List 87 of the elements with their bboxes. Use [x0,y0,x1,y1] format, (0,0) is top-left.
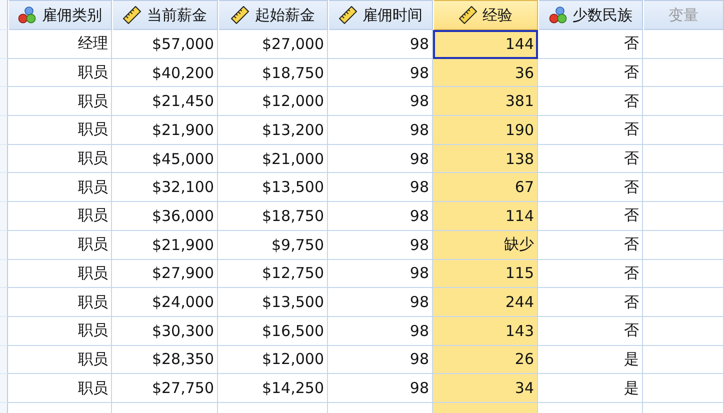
table-cell: $21,450 [112,87,218,116]
row-header[interactable] [0,116,8,145]
table-cell: $13,200 [218,116,328,145]
table-cell: $21,900 [112,230,218,260]
table-cell: $9,750 [218,230,328,260]
row-header[interactable] [0,260,8,288]
table-cell: $21,000 [218,144,328,174]
table-cell: 否 [538,316,643,346]
table-cell: 职员 [8,346,112,374]
table-cell: 否 [538,30,643,59]
table-cell: 67 [433,173,538,202]
table-cell: $12,000 [218,346,328,374]
table-cell: 职员 [8,374,112,403]
table-cell: $12,750 [218,260,328,288]
table-cell: 缺少 [433,230,538,260]
row-header[interactable] [0,173,8,202]
table-cell: 138 [433,144,538,174]
table-cell: $27,750 [112,374,218,403]
column-header[interactable]: 起始薪金 [219,0,328,30]
table-cell: 职员 [8,202,112,231]
row-header[interactable] [0,346,8,374]
table-cell: 143 [433,316,538,346]
table-cell: 否 [538,173,643,202]
table-cell: $18,750 [218,58,328,88]
table-cell: $30,300 [112,316,218,346]
table-cell: 经理 [8,30,112,59]
table-cell: 否 [538,288,643,317]
row-header[interactable] [0,230,8,260]
table-cell: 190 [433,116,538,145]
table-cell: $27,000 [218,30,328,59]
table-cell: 否 [538,58,643,88]
table-cell: 职员 [8,144,112,174]
table-cell: $57,000 [112,30,218,59]
table-cell: 144 [433,30,538,59]
table-cell: 否 [538,260,643,288]
table-cell: 职员 [8,316,112,346]
row-header[interactable] [0,288,8,317]
row-header[interactable] [0,0,8,30]
table-cell: 职员 [8,87,112,116]
row-header[interactable] [0,202,8,231]
table-cell: 381 [433,87,538,116]
table-cell: 是 [538,374,643,403]
table-cell: 职员 [8,58,112,88]
table-cell: 36 [433,58,538,88]
column-header[interactable]: 当前薪金 [113,0,218,30]
table-cell: 34 [433,374,538,403]
table-cell: 115 [433,260,538,288]
table-cell: $24,000 [112,288,218,317]
table-cell: $18,750 [218,202,328,231]
table-cell: 否 [538,202,643,231]
table-cell: 26 [433,346,538,374]
table-cell: 244 [433,288,538,317]
table-cell: $32,100 [112,173,218,202]
table-cell: 否 [538,230,643,260]
table-cell: $28,350 [112,346,218,374]
row-header[interactable] [0,58,8,88]
table-cell: 职员 [8,260,112,288]
table-cell: 114 [433,202,538,231]
row-header[interactable] [0,87,8,116]
row-header[interactable] [0,374,8,403]
table-cell: 职员 [8,288,112,317]
table-cell: $12,000 [218,87,328,116]
table-cell: $21,900 [112,116,218,145]
table-cell: $45,000 [112,144,218,174]
table-cell: $27,900 [112,260,218,288]
circles-icon [548,6,566,24]
table-cell: 否 [538,144,643,174]
table-cell: $13,500 [218,288,328,317]
row-header[interactable] [0,144,8,174]
column-header[interactable]: 雇佣时间 [329,0,433,30]
row-header[interactable] [0,316,8,346]
table-cell: 职员 [8,230,112,260]
table-cell: $16,500 [218,316,328,346]
column-header[interactable]: 雇佣类别 [9,0,112,30]
row-header[interactable] [0,30,8,59]
table-cell: 是 [538,346,643,374]
table-cell: $36,000 [112,202,218,231]
table-cell: 否 [538,87,643,116]
column-header[interactable]: 经验 [434,0,538,30]
table-cell: 职员 [8,116,112,145]
table-cell: $13,500 [218,173,328,202]
table-cell: 职员 [8,173,112,202]
table-cell: $14,250 [218,374,328,403]
table-cell: $40,200 [112,58,218,88]
table-cell: 否 [538,116,643,145]
column-header[interactable]: 少数民族 [539,0,643,30]
circles-icon [18,6,36,24]
